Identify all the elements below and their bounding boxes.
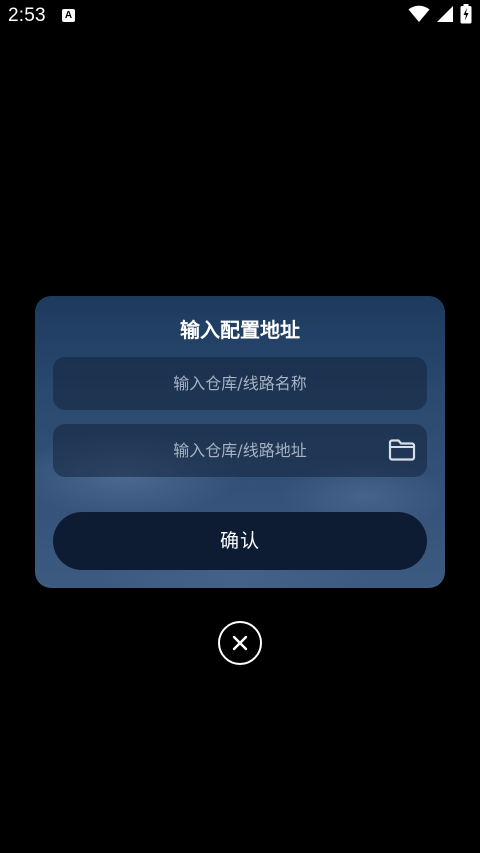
dialog-title: 输入配置地址 <box>180 318 300 342</box>
wifi-icon <box>408 5 430 27</box>
close-icon <box>232 635 248 651</box>
notification-a-label: A <box>64 10 73 21</box>
config-dialog: 输入配置地址 输入仓库/线路名称 输入仓库/线路地址 确认 <box>35 296 445 588</box>
status-icons <box>408 4 472 28</box>
status-time: 2:53 <box>8 5 46 26</box>
screen: 2:53 A 输入配置地址 输入仓库/线路名称 输入仓库/线路地址 确认 <box>0 0 480 853</box>
repo-address-placeholder: 输入仓库/线路地址 <box>173 441 307 460</box>
folder-icon[interactable] <box>388 438 416 462</box>
battery-charging-icon <box>460 4 472 28</box>
cellular-signal-icon <box>436 5 454 27</box>
repo-address-input[interactable]: 输入仓库/线路地址 <box>53 424 427 477</box>
repo-name-placeholder: 输入仓库/线路名称 <box>173 374 307 393</box>
notification-a-icon: A <box>62 9 75 22</box>
status-bar: 2:53 A <box>0 0 480 32</box>
confirm-button[interactable]: 确认 <box>53 512 427 570</box>
close-button[interactable] <box>218 621 262 665</box>
repo-name-input[interactable]: 输入仓库/线路名称 <box>53 357 427 410</box>
